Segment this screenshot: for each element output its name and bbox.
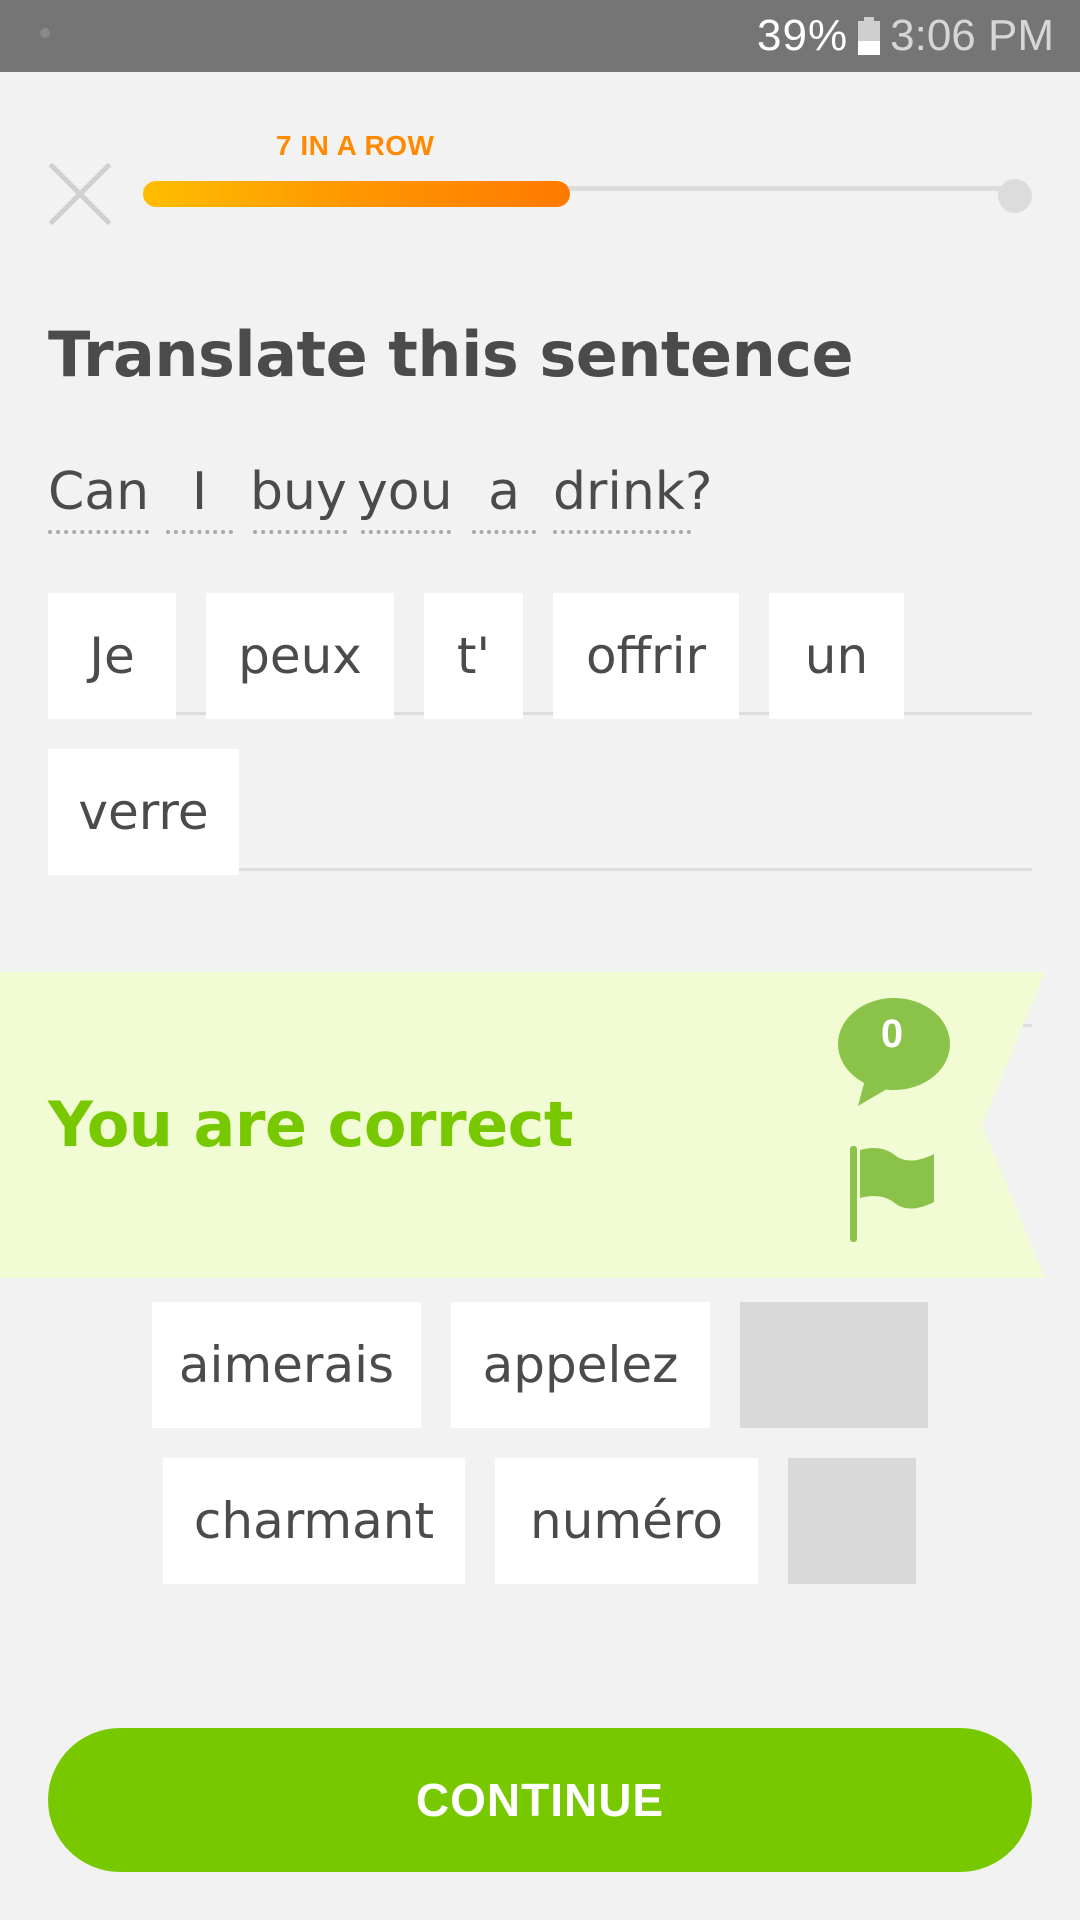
progress-fill [143,181,570,207]
progress-end-dot [998,179,1032,213]
close-icon[interactable] [48,162,112,226]
answer-tile[interactable]: offrir [553,593,739,719]
answer-tile[interactable]: t' [424,593,523,719]
word-bank-tile[interactable]: appelez [451,1302,710,1428]
answer-tile[interactable]: un [769,593,904,719]
feedback-message: You are correct [48,1088,574,1161]
sentence-word[interactable]: drink? [553,462,713,534]
used-tile-placeholder [740,1302,928,1428]
sentence-word[interactable]: you [357,462,453,534]
word-bank-tile[interactable]: aimerais [152,1302,421,1428]
flag-icon [850,1146,934,1242]
answer-tile[interactable]: peux [206,593,394,719]
report-flag-button[interactable] [846,1142,942,1244]
sentence-word[interactable]: buy [250,462,347,534]
word-bank-tile[interactable]: numéro [495,1458,758,1584]
page-title: Translate this sentence [48,318,854,391]
answer-tile[interactable]: Je [48,593,176,719]
used-tile-placeholder [788,1458,916,1584]
word-bank-tile[interactable]: charmant [163,1458,465,1584]
battery-percent: 39% [757,11,849,60]
sentence-word[interactable]: a [472,462,536,534]
clock: 3:06 PM [890,11,1054,60]
status-right: 39% 3:06 PM [757,10,1054,62]
streak-label: 7 IN A ROW [276,130,435,161]
notification-dot-icon [40,28,50,38]
sentence-word[interactable]: I [166,462,233,534]
continue-button[interactable]: CONTINUE [48,1728,1032,1872]
battery-icon [858,17,881,55]
comment-button[interactable]: 0 [836,998,952,1108]
answer-tile[interactable]: verre [48,749,239,875]
status-bar: 39% 3:06 PM [0,0,1080,72]
comment-count: 0 [880,1012,904,1056]
sentence-word[interactable]: Can [48,462,150,534]
